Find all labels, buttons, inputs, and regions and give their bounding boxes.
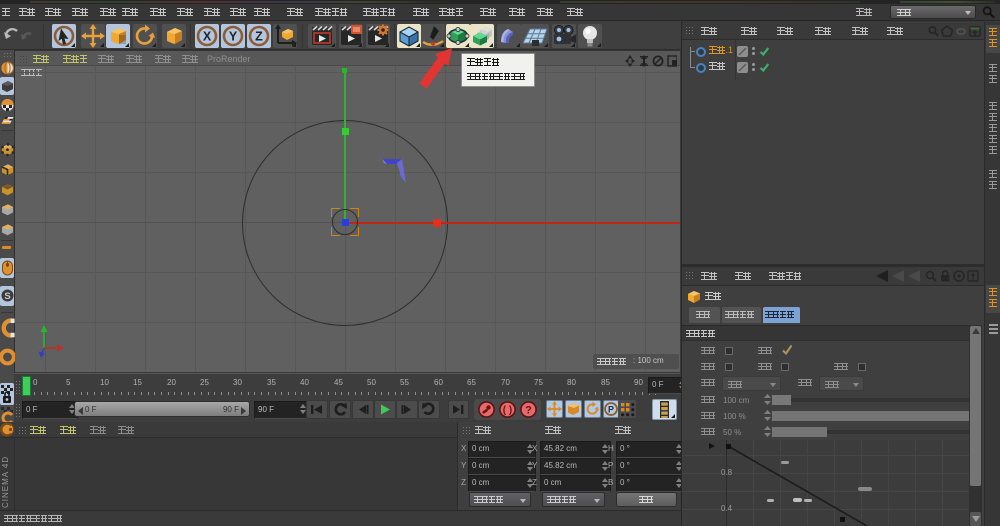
svg-text:X: X [203, 29, 212, 43]
svg-text:P: P [608, 404, 614, 414]
svg-text:( ): ( ) [503, 405, 512, 416]
svg-text:?: ? [525, 405, 532, 417]
svg-text:S: S [4, 291, 10, 302]
svg-text:Y: Y [229, 29, 238, 43]
svg-text:Z: Z [255, 29, 263, 43]
